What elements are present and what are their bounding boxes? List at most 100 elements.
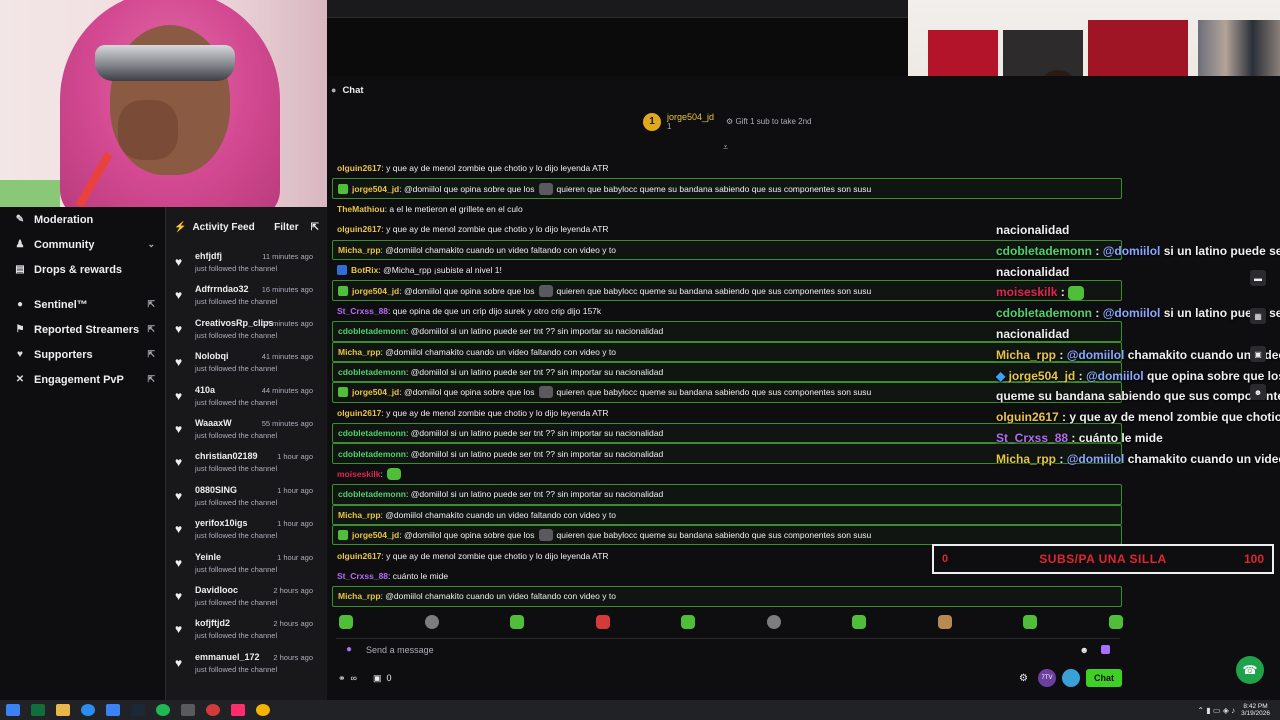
emote-icon[interactable] (681, 615, 696, 629)
sidebar-item-community[interactable]: ♟ Community ⌄ (0, 232, 165, 257)
store-icon[interactable] (106, 704, 120, 716)
chat-message[interactable]: TheMathiou: a el le metieron el grillete… (332, 199, 1122, 219)
popout-icon[interactable]: ⇱ (311, 222, 319, 233)
chat-username[interactable]: olguin2617 (337, 224, 381, 234)
emote-icon[interactable] (1023, 615, 1038, 629)
chat-username[interactable]: olguin2617 (337, 551, 381, 561)
edge-icon[interactable] (81, 704, 95, 716)
external-link-icon: ⇱ (147, 324, 155, 334)
chat-username[interactable]: jorge504_jd (352, 387, 399, 397)
7tv-icon[interactable]: 7TV (1038, 669, 1056, 687)
emote-icon[interactable] (1108, 615, 1123, 629)
taskbar-clock[interactable]: 8:42 PM 3/19/2026 (1241, 703, 1270, 717)
chat-username[interactable]: cdobletademonn (338, 489, 406, 499)
mic-icon[interactable]: ● (346, 644, 352, 655)
chat-username[interactable]: St_Crxss_88 (337, 571, 388, 581)
chat-send-button[interactable]: Chat (1086, 669, 1122, 687)
emote-icon[interactable] (510, 615, 525, 629)
sidebar-item-moderation[interactable]: ✎ Moderation (0, 207, 165, 232)
chat-message[interactable]: jorge504_jd: @domiilol que opina sobre q… (332, 525, 1122, 546)
feed-item[interactable]: ♥ emmanuel_172 just followed the channel 2 … (166, 648, 327, 681)
emote-icon[interactable] (595, 615, 610, 629)
view-icon[interactable]: ▣ (1250, 346, 1266, 362)
chat-username[interactable]: TheMathiou (337, 204, 385, 214)
feed-item[interactable]: ♥ Yeinle just followed the channel 1 hour a… (166, 548, 327, 581)
chrome-icon[interactable] (256, 704, 270, 716)
feed-item[interactable]: ♥ Nolobqi just followed the channel 41 minu… (166, 347, 327, 380)
emote-icon[interactable] (766, 615, 781, 629)
sidebar-item-engagement-pvp[interactable]: ✕ Engagement PvP ⇱ (0, 367, 165, 392)
chat-username[interactable]: cdobletademonn (338, 449, 406, 459)
chat-message[interactable]: olguin2617: y que ay de menol zombie que… (332, 158, 1122, 178)
chat-message-input[interactable] (366, 644, 1072, 655)
sidebar-item-drops[interactable]: ▤ Drops & rewards (0, 257, 165, 282)
chat-message[interactable]: jorge504_jd: @domiilol que opina sobre q… (332, 178, 1122, 199)
feed-item[interactable]: ♥ kofjftjd2 just followed the channel 2 hou… (166, 614, 327, 647)
chat-message[interactable]: cdobletademonn: @domiilol si un latino p… (332, 484, 1122, 505)
chat-username[interactable]: jorge504_jd (352, 530, 399, 540)
sidebar-item-sentinel[interactable]: ● Sentinel™ ⇱ (0, 292, 165, 317)
feed-item[interactable]: ♥ Adfrrndao32 just followed the channel 16 … (166, 280, 327, 313)
chat-text: : (380, 469, 383, 480)
chat-username[interactable]: cdobletademonn (338, 367, 406, 377)
top-gifter[interactable]: 1 jorge504_jd 1 ⚙ Gift 1 sub to take 2nd (643, 112, 812, 131)
feed-item[interactable]: ♥ yerifox10igs just followed the channel 1 … (166, 514, 327, 547)
feed-item[interactable]: ♥ Davidlooc just followed the channel 2 hou… (166, 581, 327, 614)
capcut-icon[interactable] (231, 704, 245, 716)
chat-toggle-icon[interactable]: ▬ (1250, 270, 1266, 286)
extension-icon[interactable] (1062, 669, 1080, 687)
chat-username[interactable]: Micha_rpp (338, 591, 381, 601)
feed-item[interactable]: ♥ christian02189 just followed the channel… (166, 447, 327, 480)
overlay-separator: : (1056, 347, 1067, 362)
collapse-chevron-icon[interactable]: ⩡ (723, 142, 728, 153)
filter-button[interactable]: Filter (274, 222, 298, 233)
gift-sub-prompt[interactable]: ⚙ Gift 1 sub to take 2nd (726, 117, 811, 126)
chat-username[interactable]: moiseskilk (337, 469, 380, 479)
chat-username[interactable]: jorge504_jd (352, 286, 399, 296)
chat-username[interactable]: BotRix (351, 265, 378, 275)
heart-icon: ♥ (175, 255, 183, 269)
chat-username[interactable]: Micha_rpp (338, 347, 381, 357)
chat-username[interactable]: cdobletademonn (338, 326, 406, 336)
chat-username[interactable]: jorge504_jd (352, 184, 399, 194)
chat-username[interactable]: Micha_rpp (338, 510, 381, 520)
folder-icon[interactable] (56, 704, 70, 716)
windows-start-icon[interactable] (6, 704, 20, 716)
sidebar-item-reported-streamers[interactable]: ⚑ Reported Streamers ⇱ (0, 317, 165, 342)
feed-item[interactable]: ♥ 410a just followed the channel 44 minutes… (166, 381, 327, 414)
emote-icon[interactable] (424, 615, 439, 629)
chat-username[interactable]: olguin2617 (337, 163, 381, 173)
chat-username[interactable]: cdobletademonn (338, 428, 406, 438)
overlay-chat-line: olguin2617 : y que ay de menol zombie qu… (996, 407, 1280, 428)
overlay-text: cuánto le mide (1078, 430, 1163, 445)
chat-username[interactable]: St_Crxss_88 (337, 306, 388, 316)
feed-item[interactable]: ♥ WaaaxW just followed the channel 55 minut… (166, 414, 327, 447)
bits-icon[interactable] (1101, 645, 1110, 654)
emote-icon[interactable] (339, 615, 353, 629)
feed-item-time: 2 hours ago (273, 652, 313, 662)
emote-icon[interactable] (937, 615, 952, 629)
emote-icon[interactable] (852, 615, 867, 629)
video-player[interactable] (327, 18, 908, 76)
layout-icon[interactable]: ▦ (1250, 308, 1266, 324)
spotify-icon[interactable] (156, 704, 170, 716)
app-icon[interactable] (181, 704, 195, 716)
tray-icons[interactable]: ⌃ ▮ ▭ ◈ ♪ (1197, 706, 1235, 715)
steam-icon[interactable] (131, 704, 145, 716)
chat-message[interactable]: Micha_rpp: @domiilol chamakito cuando un… (332, 586, 1122, 607)
users-icon[interactable]: ☻ (1250, 384, 1266, 400)
chat-username[interactable]: olguin2617 (337, 408, 381, 418)
feed-item[interactable]: ♥ CreativosRp_clips just followed the chan… (166, 314, 327, 347)
channel-points[interactable]: ⚭ ∞ ▣ 0 (338, 673, 397, 684)
feed-item[interactable]: ♥ ehfjdfj just followed the channel 11 minu… (166, 247, 327, 280)
sidebar-item-supporters[interactable]: ♥ Supporters ⇱ (0, 342, 165, 367)
chat-message[interactable]: Micha_rpp: @domiilol chamakito cuando un… (332, 504, 1122, 526)
feed-item[interactable]: ♥ 0880SING just followed the channel 1 hour… (166, 481, 327, 514)
emoji-picker-icon[interactable]: ☻ (1080, 645, 1089, 655)
support-chat-icon[interactable]: ☎ (1236, 656, 1264, 684)
taskbar-app-icon[interactable] (31, 704, 45, 716)
chat-settings-icon[interactable]: ⚙ (1019, 673, 1028, 684)
emote-icon (1068, 286, 1085, 301)
obs-icon[interactable] (206, 704, 220, 716)
chat-username[interactable]: Micha_rpp (338, 245, 381, 255)
